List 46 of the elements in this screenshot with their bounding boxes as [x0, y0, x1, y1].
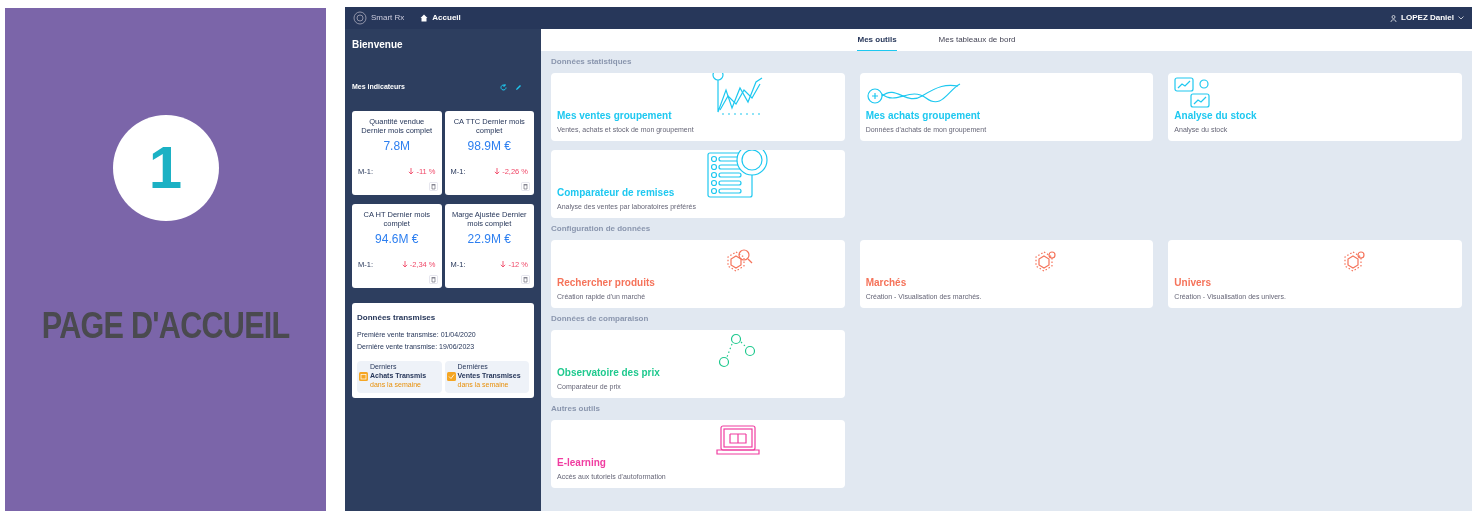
indicator-value: 7.8M — [383, 138, 411, 156]
trash-icon[interactable] — [428, 274, 438, 284]
tool-title: Marchés — [865, 277, 908, 290]
edit-icon[interactable] — [515, 83, 522, 91]
welcome-title: Bienvenue — [352, 38, 404, 52]
chevron-down-icon[interactable] — [1458, 16, 1464, 20]
section-title: Configuration de données — [551, 223, 652, 235]
tool-title: Mes ventes groupement — [557, 110, 673, 123]
tool-title: Mes achats groupement — [865, 110, 982, 123]
tab[interactable]: Mes tableaux de bord — [938, 34, 1016, 51]
app-name: Smart Rx — [371, 12, 405, 24]
tab[interactable]: Mes outils — [857, 34, 897, 51]
check-icon — [446, 372, 456, 381]
slide-title: PAGE D'ACCUEIL — [41, 304, 290, 348]
user-menu[interactable]: LOPEZ Daniel — [1401, 12, 1454, 24]
section-title: Autres outils — [551, 403, 601, 415]
tool-title: E-learning — [557, 457, 607, 470]
discount-list-icon — [705, 150, 770, 199]
trash-icon[interactable] — [521, 181, 530, 191]
tool-title: Rechercher produits — [557, 277, 656, 290]
indicator-value: 22.9M € — [467, 231, 511, 249]
coins-icon — [717, 332, 758, 369]
wave-icon — [865, 81, 962, 106]
tool-title: Analyse du stock — [1174, 110, 1258, 123]
logo-icon — [353, 11, 367, 25]
tool-title: Univers — [1174, 277, 1212, 290]
section-title: Données statistiques — [551, 56, 633, 68]
section-title: Données de comparaison — [551, 313, 650, 325]
step-badge: 1 — [112, 115, 219, 221]
indicator-value: 94.6M € — [375, 231, 419, 249]
laptop-book-icon — [715, 424, 760, 457]
arrow-down-icon — [408, 168, 415, 176]
home-icon[interactable] — [420, 14, 429, 22]
tool-title: Comparateur de remises — [557, 187, 676, 200]
trash-icon[interactable] — [428, 181, 438, 191]
breadcrumb-link[interactable]: Accueil — [432, 12, 461, 24]
transmitted-title: Données transmises — [357, 311, 437, 324]
arrow-down-icon — [494, 168, 501, 176]
trash-icon[interactable] — [521, 274, 530, 284]
arrow-down-icon — [401, 261, 408, 269]
calendar-icon — [359, 372, 368, 381]
refresh-icon[interactable] — [500, 83, 507, 91]
arrow-down-icon — [500, 261, 507, 269]
user-icon — [1390, 14, 1398, 22]
tool-title: Observatoire des prix — [557, 367, 661, 380]
indicator-value: 98.9M € — [467, 138, 511, 156]
